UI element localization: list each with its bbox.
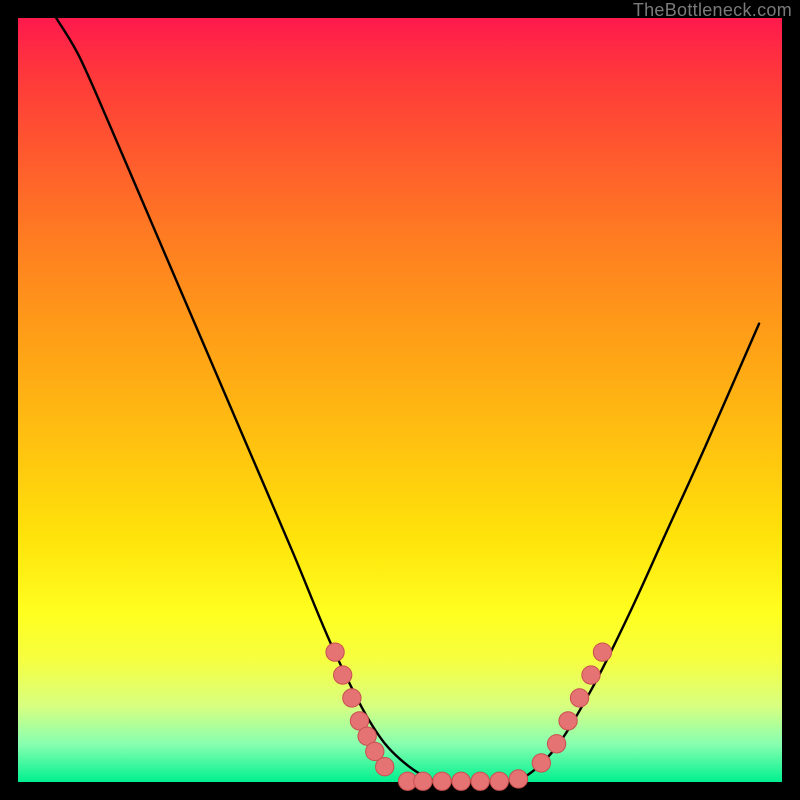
bead-marker xyxy=(559,712,577,730)
bead-marker xyxy=(471,772,489,790)
curve-layer xyxy=(18,18,782,782)
bead-marker xyxy=(593,643,611,661)
bead-marker xyxy=(570,689,588,707)
marker-beads xyxy=(326,643,612,790)
bead-marker xyxy=(414,772,432,790)
chart-stage: TheBottleneck.com xyxy=(0,0,800,800)
bead-marker xyxy=(376,758,394,776)
bead-marker xyxy=(326,643,344,661)
bead-marker xyxy=(582,666,600,684)
bead-marker xyxy=(490,772,508,790)
bead-marker xyxy=(509,770,527,788)
bead-marker xyxy=(532,754,550,772)
bottleneck-curve xyxy=(56,18,759,784)
bead-marker xyxy=(334,666,352,684)
bead-marker xyxy=(547,735,565,753)
bead-marker xyxy=(343,689,361,707)
bead-marker xyxy=(433,772,451,790)
bead-marker xyxy=(452,772,470,790)
